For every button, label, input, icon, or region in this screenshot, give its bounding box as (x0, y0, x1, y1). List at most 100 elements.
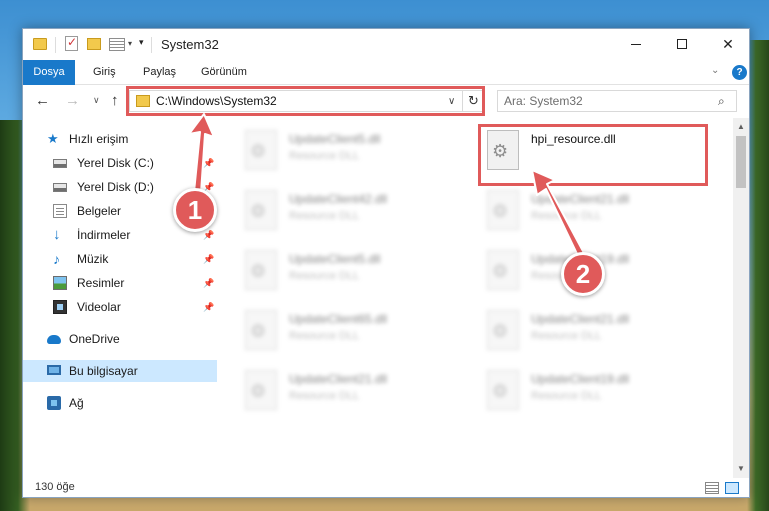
properties-icon[interactable] (109, 38, 125, 51)
window-title: System32 (161, 37, 219, 52)
sidebar-item-label: İndirmeler (77, 228, 131, 242)
dll-file-icon (245, 250, 277, 290)
file-name: UpdateClient65.dll (289, 312, 388, 326)
file-name: UpdateClient21.dll (531, 312, 630, 326)
item-count: 130 öğe (35, 481, 75, 493)
large-icons-view-icon[interactable] (725, 482, 739, 494)
scroll-thumb[interactable] (736, 136, 746, 188)
tab-share[interactable]: Paylaş (133, 60, 186, 85)
dll-file-icon (245, 130, 277, 170)
file-type: Resource DLL (289, 150, 360, 162)
divider (151, 37, 152, 53)
file-type: Resource DLL (289, 270, 360, 282)
file-item[interactable]: UpdateClient65.dll Resource DLL (227, 304, 465, 360)
sidebar-item-label: Belgeler (77, 204, 122, 218)
dll-file-icon (245, 310, 277, 350)
minimize-button[interactable] (613, 29, 659, 59)
tab-home[interactable]: Giriş (83, 60, 126, 85)
drive-icon (53, 159, 67, 168)
file-type: Resource DLL (531, 210, 602, 222)
ribbon-tabs: Dosya Giriş Paylaş Görünüm ⌄ ? (23, 60, 749, 85)
close-button[interactable]: ✕ (705, 29, 749, 59)
music-icon: ♪ (53, 251, 60, 267)
sidebar-item-label: Ağ (69, 396, 84, 410)
pin-icon[interactable]: 📌 (203, 248, 214, 270)
sidebar-item-this-pc[interactable]: Bu bilgisayar (23, 360, 217, 382)
forward-arrow-icon[interactable]: → (65, 92, 80, 109)
download-icon: ↓ (53, 226, 61, 243)
search-input[interactable] (504, 94, 704, 108)
sidebar-item-quick-access[interactable]: ★ Hızlı erişim (23, 128, 217, 150)
step-2-badge: 2 (561, 252, 605, 296)
search-box[interactable]: ⌕ (497, 90, 737, 112)
close-icon: ✕ (722, 35, 734, 52)
sidebar-item-label: Bu bilgisayar (69, 364, 138, 378)
file-name: UpdateClient19.dll (531, 372, 630, 386)
file-highlight (478, 124, 708, 186)
file-name: UpdateClient21.dll (289, 372, 388, 386)
star-icon: ★ (47, 131, 59, 146)
file-name: UpdateClient5.dll (289, 132, 381, 146)
sidebar-item-onedrive[interactable]: OneDrive (23, 328, 217, 350)
maximize-icon (677, 39, 687, 49)
file-item[interactable]: UpdateClient21.dll Resource DLL (469, 304, 707, 360)
tab-file[interactable]: Dosya (23, 60, 75, 85)
expand-ribbon-icon[interactable]: ⌄ (711, 65, 719, 76)
dll-file-icon (487, 190, 519, 230)
file-type: Resource DLL (531, 390, 602, 402)
sidebar-item-pictures[interactable]: Resimler 📌 (23, 272, 217, 294)
scroll-up-icon[interactable]: ▲ (737, 122, 745, 131)
pin-icon[interactable]: 📌 (203, 272, 214, 294)
minimize-icon (631, 43, 641, 45)
file-item[interactable]: UpdateClient5.dll Resource DLL (227, 244, 465, 300)
computer-icon (47, 365, 61, 375)
file-name: UpdateClient21.dll (531, 192, 630, 206)
chevron-down-icon[interactable]: ▾ (128, 39, 132, 48)
recent-locations-icon[interactable]: ∨ (93, 95, 100, 106)
details-view-icon[interactable] (705, 482, 719, 494)
help-icon[interactable]: ? (732, 65, 747, 80)
up-arrow-icon[interactable]: ↑ (111, 92, 119, 109)
dll-file-icon (245, 190, 277, 230)
maximize-button[interactable] (659, 29, 705, 59)
folder-icon (33, 38, 47, 50)
file-type: Resource DLL (289, 210, 360, 222)
status-bar: 130 öğe (23, 478, 749, 497)
pin-icon[interactable]: 📌 (203, 152, 214, 174)
divider (55, 37, 56, 53)
sidebar-item-label: Resimler (77, 276, 125, 290)
file-type: Resource DLL (289, 330, 360, 342)
pin-icon[interactable]: 📌 (203, 296, 214, 318)
sidebar-item-label: Yerel Disk (C:) (77, 156, 154, 170)
tab-view[interactable]: Görünüm (191, 60, 257, 85)
file-item[interactable]: UpdateClient5.dll Resource DLL (227, 124, 465, 180)
customize-toolbar-icon[interactable]: ▾ (139, 37, 144, 48)
back-arrow-icon[interactable]: ← (35, 92, 50, 109)
dll-file-icon (487, 250, 519, 290)
videos-icon (53, 300, 67, 314)
file-name: UpdateClient42.dll (289, 192, 388, 206)
file-item[interactable]: UpdateClient21.dll Resource DLL (227, 364, 465, 420)
desktop-wallpaper-right (747, 40, 769, 511)
dll-file-icon (487, 370, 519, 410)
dll-file-icon (487, 310, 519, 350)
sidebar-item-network[interactable]: Ağ (23, 392, 217, 414)
search-icon[interactable]: ⌕ (718, 94, 725, 109)
cloud-icon (47, 335, 61, 344)
address-bar-highlight (126, 86, 485, 116)
file-name: UpdateClient5.dll (289, 252, 381, 266)
sidebar-item-label: Videolar (77, 300, 121, 314)
sidebar-item-local-disk-c[interactable]: Yerel Disk (C:) 📌 (23, 152, 217, 174)
scroll-down-icon[interactable]: ▼ (737, 464, 745, 473)
vertical-scrollbar[interactable]: ▲ ▼ (733, 118, 749, 478)
drive-icon (53, 183, 67, 192)
sidebar-item-music[interactable]: ♪ Müzik 📌 (23, 248, 217, 270)
sidebar-item-videos[interactable]: Videolar 📌 (23, 296, 217, 318)
title-bar: ▾ ▾ System32 ✕ (23, 29, 749, 60)
new-folder-icon[interactable] (87, 38, 101, 50)
dll-file-icon (245, 370, 277, 410)
file-item[interactable]: UpdateClient21.dll Resource DLL (469, 184, 707, 240)
file-item[interactable]: UpdateClient42.dll Resource DLL (227, 184, 465, 240)
file-item[interactable]: UpdateClient19.dll Resource DLL (469, 364, 707, 420)
properties-check-icon[interactable] (65, 35, 78, 51)
